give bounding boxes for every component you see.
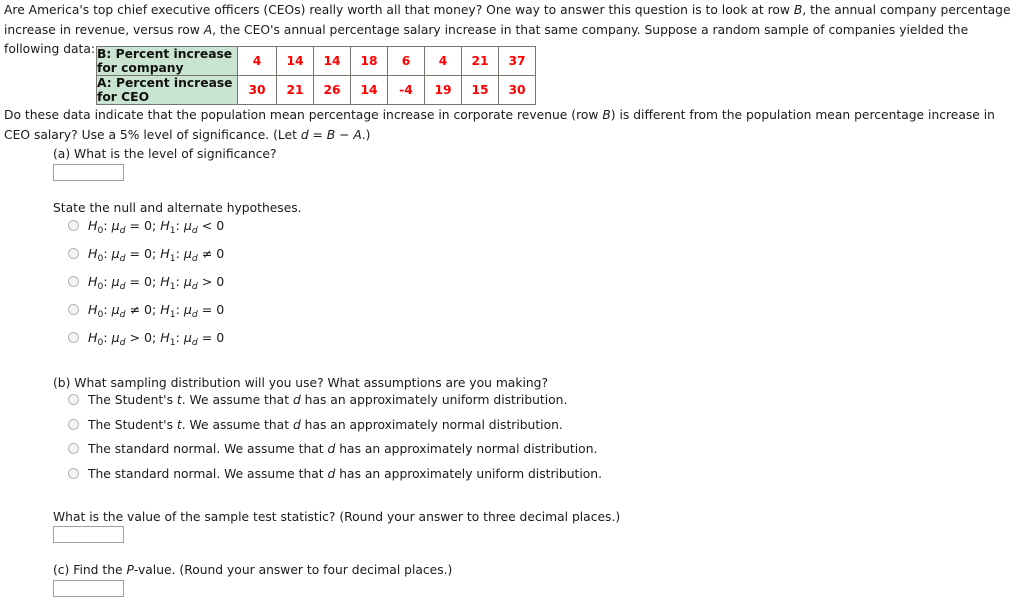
main-question: Do these data indicate that the populati…	[4, 108, 995, 142]
hypothesis-option-3[interactable]: H0: μd = 0; H1: μd > 0	[68, 274, 224, 292]
radio-icon[interactable]	[68, 394, 79, 405]
row-b-header-line2: for company	[97, 61, 184, 75]
hypothesis-option-5[interactable]: H0: μd > 0; H1: μd = 0	[68, 330, 224, 348]
row-b-header-line1: B: Percent increase	[97, 47, 233, 61]
hypothesis-option-1[interactable]: H0: μd = 0; H1: μd < 0	[68, 218, 224, 236]
hypothesis-option-4[interactable]: H0: μd ≠ 0; H1: μd = 0	[68, 302, 224, 320]
row-a-header-line1: A: Percent increase	[97, 76, 233, 90]
cell-b-7: 21	[461, 46, 499, 76]
cell-b-1: 4	[237, 46, 277, 76]
radio-icon[interactable]	[68, 443, 79, 454]
row-b-reference: B	[793, 3, 803, 17]
cell-a-4: 14	[350, 75, 388, 105]
level-of-significance-input[interactable]	[53, 164, 124, 181]
hypothesis-option-5-label: H0: μd > 0; H1: μd = 0	[88, 330, 225, 348]
row-b-header: B: Percent increase for company	[96, 46, 238, 76]
cell-a-7: 15	[461, 75, 499, 105]
part-a-prompt: (a) What is the level of significance?	[53, 147, 277, 161]
radio-icon[interactable]	[68, 304, 79, 315]
part-b-prompt: (b) What sampling distribution will you …	[53, 376, 548, 390]
cell-b-2: 14	[276, 46, 314, 76]
sampling-option-3-label: The standard normal. We assume that d ha…	[88, 442, 598, 456]
cell-b-6: 4	[424, 46, 462, 76]
cell-a-3: 26	[313, 75, 351, 105]
sampling-option-1[interactable]: The Student's t. We assume that d has an…	[68, 392, 567, 408]
cell-b-3: 14	[313, 46, 351, 76]
radio-icon[interactable]	[68, 419, 79, 430]
test-statistic-input[interactable]	[53, 526, 124, 543]
radio-icon[interactable]	[68, 468, 79, 479]
hypothesis-option-2[interactable]: H0: μd = 0; H1: μd ≠ 0	[68, 246, 224, 264]
part-c-prompt: (c) Find the P-value. (Round your answer…	[53, 563, 453, 577]
cell-b-5: 6	[387, 46, 425, 76]
cell-a-6: 19	[424, 75, 462, 105]
data-table: B: Percent increase for company 4 14 14 …	[96, 46, 536, 105]
cell-a-2: 21	[276, 75, 314, 105]
sampling-option-3[interactable]: The standard normal. We assume that d ha…	[68, 441, 597, 457]
cell-a-8: 30	[498, 75, 536, 105]
radio-icon[interactable]	[68, 220, 79, 231]
test-statistic-prompt: What is the value of the sample test sta…	[53, 510, 621, 524]
p-value-input[interactable]	[53, 580, 124, 597]
sampling-option-4[interactable]: The standard normal. We assume that d ha…	[68, 466, 602, 482]
cell-a-1: 30	[237, 75, 277, 105]
hypothesis-option-3-label: H0: μd = 0; H1: μd > 0	[88, 274, 225, 292]
cell-a-5: -4	[387, 75, 425, 105]
table-row-b: B: Percent increase for company 4 14 14 …	[96, 46, 536, 76]
sampling-option-2[interactable]: The Student's t. We assume that d has an…	[68, 417, 563, 433]
sampling-option-4-label: The standard normal. We assume that d ha…	[88, 467, 602, 481]
radio-icon[interactable]	[68, 276, 79, 287]
row-a-header-line2: for CEO	[97, 90, 150, 104]
cell-b-4: 18	[350, 46, 388, 76]
sampling-option-2-label: The Student's t. We assume that d has an…	[88, 418, 563, 432]
hypothesis-option-4-label: H0: μd ≠ 0; H1: μd = 0	[88, 302, 225, 320]
radio-icon[interactable]	[68, 248, 79, 259]
hypothesis-option-1-label: H0: μd = 0; H1: μd < 0	[88, 218, 225, 236]
worksheet-page: Are America's top chief executive office…	[0, 0, 1024, 610]
row-a-reference: A	[203, 22, 213, 37]
hypothesis-option-2-label: H0: μd = 0; H1: μd ≠ 0	[88, 246, 225, 264]
radio-icon[interactable]	[68, 332, 79, 343]
row-a-header: A: Percent increase for CEO	[96, 75, 238, 105]
cell-b-8: 37	[498, 46, 536, 76]
table-row-a: A: Percent increase for CEO 30 21 26 14 …	[96, 75, 536, 105]
hypotheses-prompt: State the null and alternate hypotheses.	[53, 201, 302, 215]
sampling-option-1-label: The Student's t. We assume that d has an…	[88, 393, 568, 407]
